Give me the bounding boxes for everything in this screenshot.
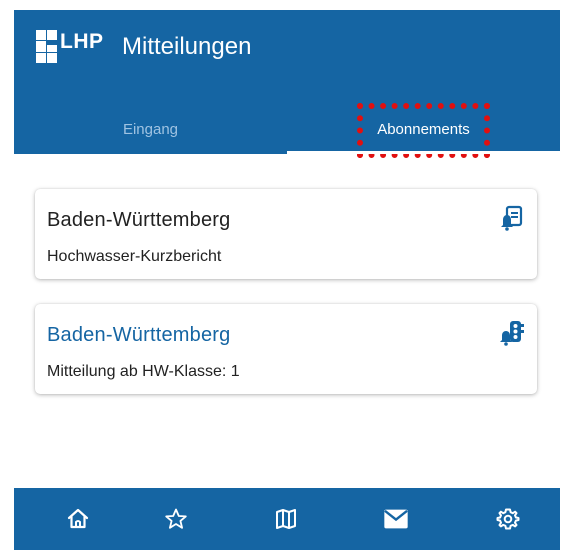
app-header: LHP Mitteilungen Eingang Abonnements (14, 10, 560, 158)
report-bell-icon (501, 205, 523, 231)
subscription-card[interactable]: Baden-Württemberg Hochwasser-Kurzbericht (35, 189, 537, 279)
logo-text: LHP (60, 30, 104, 53)
subscription-card[interactable]: Baden-Württemberg Mitteilung ab HW-Klass… (35, 304, 537, 394)
subscription-description: Hochwasser-Kurzbericht (47, 248, 222, 265)
lhp-logo: LHP (36, 30, 104, 64)
map-icon (276, 509, 296, 529)
tab-abonnements[interactable]: Abonnements (287, 102, 560, 158)
tab-eingang[interactable]: Eingang (14, 106, 287, 152)
mail-icon (384, 509, 408, 529)
lhp-logo-icon (36, 30, 57, 63)
subscription-region: Baden-Württemberg (47, 209, 231, 231)
nav-messages[interactable] (366, 488, 426, 550)
gear-icon (496, 508, 520, 530)
nav-settings[interactable] (478, 488, 538, 550)
star-icon (165, 508, 187, 529)
traffic-light-bell-icon (500, 321, 524, 346)
subscription-region: Baden-Württemberg (47, 324, 231, 346)
bottom-navigation (14, 488, 560, 550)
tab-eingang-label: Eingang (122, 120, 179, 138)
page-title: Mitteilungen (122, 33, 252, 60)
tab-abonnements-label: Abonnements (357, 102, 490, 158)
app-screen: LHP Mitteilungen Eingang Abonnements Bad… (14, 10, 560, 550)
subscription-description: Mitteilung ab HW-Klasse: 1 (47, 363, 240, 380)
nav-home[interactable] (48, 488, 108, 550)
nav-map[interactable] (256, 488, 316, 550)
nav-favorites[interactable] (146, 488, 206, 550)
active-tab-indicator (287, 151, 560, 154)
home-icon (67, 508, 89, 529)
